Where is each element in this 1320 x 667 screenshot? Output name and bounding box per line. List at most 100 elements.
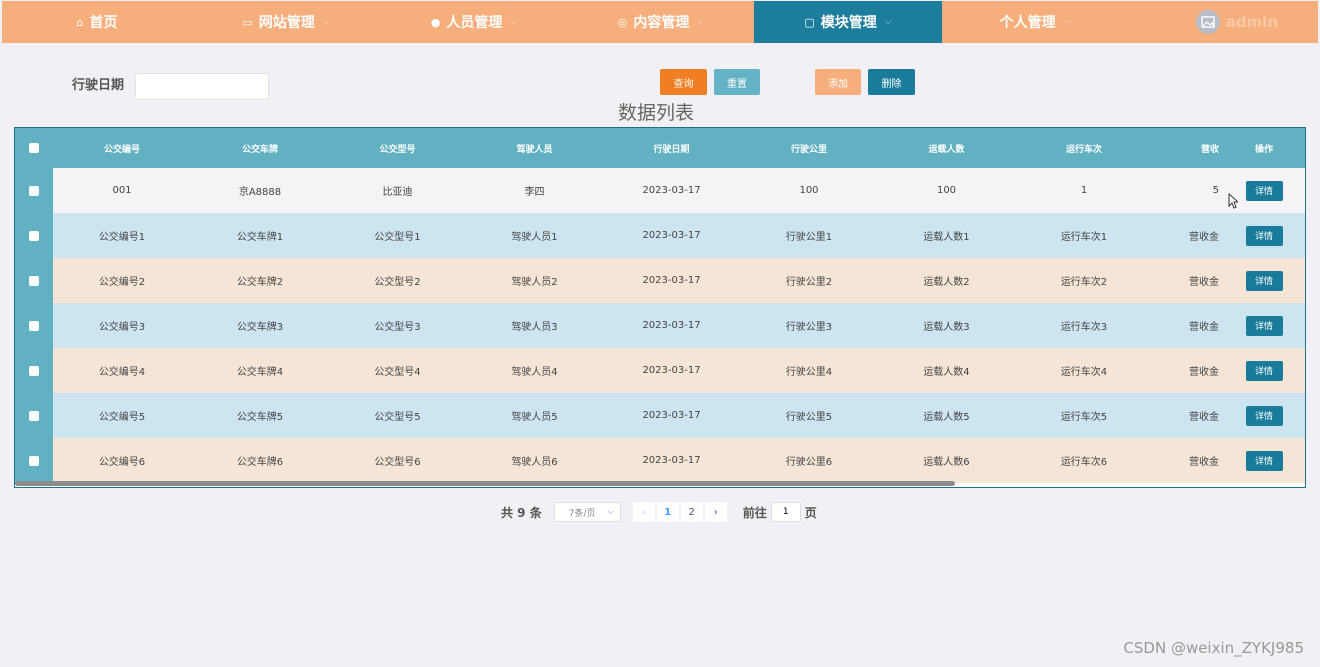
- table-cell: 运行车次4: [1060, 367, 1108, 378]
- row-checkbox[interactable]: [29, 410, 39, 421]
- actions-cell: 详情: [1221, 438, 1305, 483]
- prev-page-button[interactable]: ‹: [632, 502, 655, 522]
- table-row: 公交编号1 公交车牌1 公交型号1 驾驶人员1 2023-03-17 行驶公里1…: [15, 213, 1305, 258]
- nav-item-home[interactable]: ⌂ 首页: [2, 1, 192, 43]
- row-checkbox[interactable]: [29, 455, 39, 466]
- table-row: 公交编号2 公交车牌2 公交型号2 驾驶人员2 2023-03-17 行驶公里2…: [15, 258, 1305, 303]
- table-cell: 100: [799, 185, 819, 196]
- page-size-value: 7条/页: [568, 508, 596, 519]
- column-header: 公交车牌: [241, 144, 278, 155]
- table-cell: 营收金: [1189, 367, 1219, 378]
- select-all-checkbox[interactable]: [29, 143, 39, 153]
- chevron-down-icon: ⌵: [884, 17, 892, 27]
- detail-button[interactable]: 详情: [1245, 360, 1283, 381]
- table-cell: 驾驶人员6: [511, 457, 558, 468]
- table-cell: 行驶公里4: [785, 367, 833, 378]
- next-page-button[interactable]: ›: [704, 502, 727, 522]
- nav-item-personal-management[interactable]: 个人管理 ⌵: [942, 1, 1128, 43]
- actions-cell: 详情: [1221, 303, 1305, 348]
- row-checkbox[interactable]: [29, 230, 39, 241]
- chevron-down-icon: ⌵: [697, 17, 705, 27]
- detail-button[interactable]: 详情: [1245, 405, 1283, 426]
- page-button-2[interactable]: 2: [680, 502, 703, 522]
- table-row: 公交编号3 公交车牌3 公交型号3 驾驶人员3 2023-03-17 行驶公里3…: [15, 303, 1305, 348]
- column-header: 运载人数: [928, 144, 965, 155]
- row-checkbox-cell: [15, 348, 53, 393]
- row-checkbox[interactable]: [29, 275, 39, 286]
- table-cell: 2023-03-17: [642, 320, 701, 331]
- table-cell: 李四: [524, 187, 545, 198]
- table-cell: 驾驶人员2: [511, 277, 558, 288]
- nav-item-label: 首页: [89, 15, 118, 31]
- delete-button[interactable]: 删除: [868, 69, 915, 95]
- copy-icon: ▢: [804, 15, 815, 29]
- monitor-icon: ▭: [242, 15, 253, 29]
- pagination: 共 9 条 7条/页 ⌵ ‹ 1 2 › 前往 页: [501, 502, 817, 522]
- table-cell: 行驶公里3: [785, 322, 833, 333]
- avatar: [1195, 10, 1220, 34]
- row-checkbox-cell: [15, 258, 53, 303]
- nav-item-personnel-management[interactable]: ● 人员管理 ⌵: [380, 1, 568, 43]
- query-button[interactable]: 查询: [660, 69, 707, 95]
- table-cell: 公交型号3: [374, 322, 421, 333]
- table-cell: 运载人数1: [923, 232, 970, 243]
- home-icon: ⌂: [76, 15, 84, 29]
- table-cell: 1: [1080, 185, 1088, 196]
- detail-button[interactable]: 详情: [1245, 225, 1283, 246]
- add-button[interactable]: 添加: [815, 69, 861, 95]
- nav-item-label: 个人管理: [999, 15, 1056, 31]
- table-cell: 公交编号5: [98, 412, 146, 423]
- column-header: 驾驶人员: [516, 144, 553, 155]
- table-cell: 运行车次1: [1060, 232, 1108, 243]
- table-cell: 行驶公里2: [785, 277, 833, 288]
- table-row: 001 京A8888 比亚迪 李四 2023-03-17 100 100 1 5…: [15, 168, 1305, 213]
- table-cell: 营收金: [1189, 277, 1219, 288]
- detail-button[interactable]: 详情: [1245, 180, 1283, 201]
- search-date-input[interactable]: [135, 73, 269, 100]
- user-name: admin: [1225, 13, 1278, 31]
- row-checkbox-cell: [15, 303, 53, 348]
- horizontal-scrollbar[interactable]: [15, 481, 955, 486]
- column-header: 公交编号: [103, 144, 140, 155]
- goto-page-input[interactable]: [770, 502, 801, 522]
- detail-button[interactable]: 详情: [1245, 270, 1283, 291]
- table-header: 公交编号 公交车牌 公交型号 驾驶人员 行驶日期 行驶公里 运载人数 运行车次 …: [15, 128, 1305, 168]
- table-cell: 运行车次5: [1060, 412, 1108, 423]
- table-cell: 公交型号5: [374, 412, 421, 423]
- column-header: 运行车次: [1065, 144, 1102, 155]
- row-checkbox[interactable]: [29, 320, 39, 331]
- reset-button[interactable]: 重置: [714, 69, 760, 95]
- row-checkbox-cell: [15, 393, 53, 438]
- column-header: 行驶公里: [790, 144, 827, 155]
- message-icon: ◎: [617, 15, 628, 29]
- table-cell: 2023-03-17: [642, 365, 701, 376]
- actions-cell: 详情: [1221, 393, 1305, 438]
- user-menu[interactable]: admin: [1195, 1, 1318, 43]
- data-table: 公交编号 公交车牌 公交型号 驾驶人员 行驶日期 行驶公里 运载人数 运行车次 …: [14, 127, 1306, 488]
- goto-prefix: 前往: [742, 505, 767, 520]
- row-checkbox-cell: [15, 213, 53, 258]
- page-size-select[interactable]: 7条/页 ⌵: [553, 502, 621, 522]
- row-checkbox[interactable]: [29, 185, 39, 196]
- table-cell: 行驶公里5: [785, 412, 833, 423]
- row-checkbox[interactable]: [29, 365, 39, 376]
- table-row: 公交编号4 公交车牌4 公交型号4 驾驶人员4 2023-03-17 行驶公里4…: [15, 348, 1305, 393]
- nav-item-content-management[interactable]: ◎ 内容管理 ⌵: [568, 1, 754, 43]
- nav-item-module-management[interactable]: ▢ 模块管理 ⌵: [754, 1, 942, 43]
- table-cell: 运行车次6: [1060, 457, 1108, 468]
- table-cell: 营收金: [1189, 457, 1219, 468]
- table-cell: 公交型号2: [374, 277, 421, 288]
- table-cell: 公交编号3: [98, 322, 146, 333]
- top-nav: ⌂ 首页 ▭ 网站管理 ⌵ ● 人员管理 ⌵ ◎ 内容管理 ⌵ ▢ 模块管理 ⌵…: [2, 1, 1318, 43]
- page-button-1[interactable]: 1: [656, 502, 679, 522]
- table-cell: 运载人数5: [923, 412, 970, 423]
- detail-button[interactable]: 详情: [1245, 315, 1283, 336]
- table-cell: 运载人数4: [923, 367, 970, 378]
- detail-button[interactable]: 详情: [1245, 450, 1283, 471]
- table-cell: 驾驶人员4: [511, 367, 558, 378]
- table-cell: 公交车牌1: [236, 232, 284, 243]
- select-all-checkbox-cell: [15, 128, 53, 168]
- table-cell: 驾驶人员5: [511, 412, 558, 423]
- table-cell: 运载人数6: [923, 457, 970, 468]
- nav-item-site-management[interactable]: ▭ 网站管理 ⌵: [192, 1, 380, 43]
